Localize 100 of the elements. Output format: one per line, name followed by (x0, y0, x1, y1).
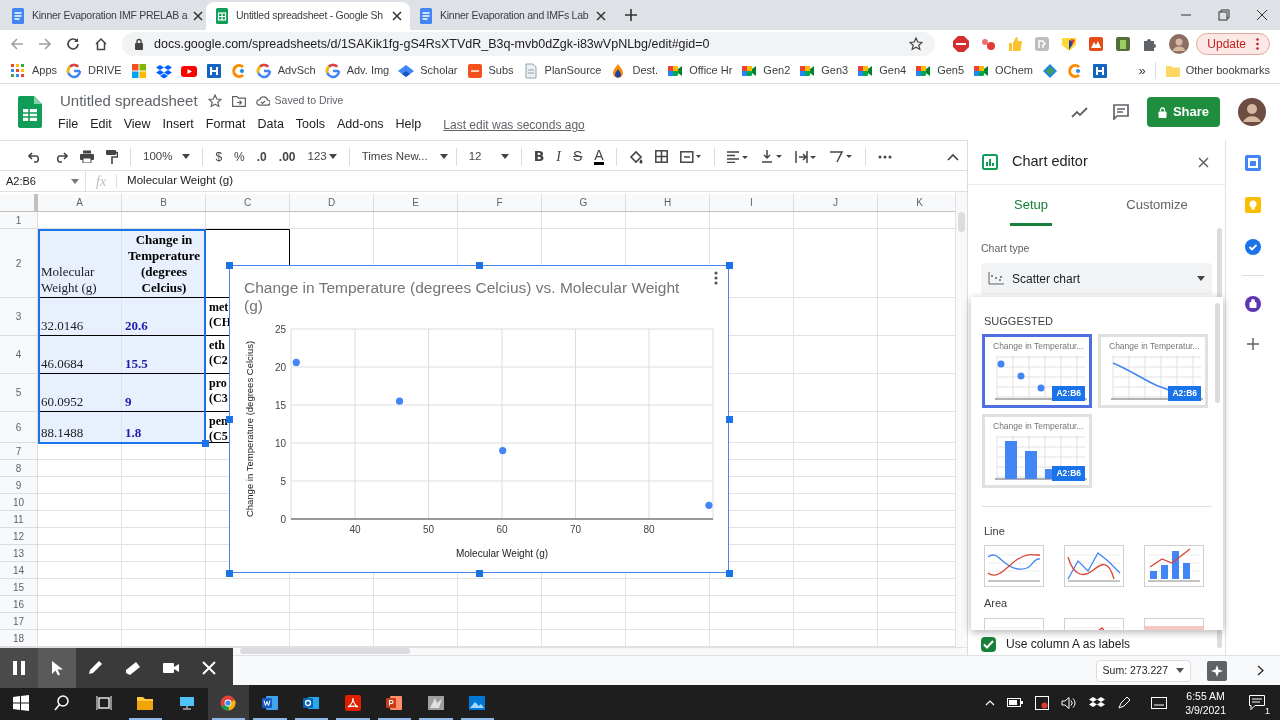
update-button[interactable]: Update (1196, 33, 1270, 55)
font-dropdown[interactable]: Times New... (361, 147, 444, 166)
table-cell[interactable]: 1.8 (122, 412, 206, 443)
table-cell[interactable]: Molecular Weight (g) (38, 229, 122, 298)
editor-tab[interactable]: Setup (968, 191, 1094, 227)
menu-item[interactable]: View (123, 115, 151, 135)
row-header[interactable]: 4 (0, 336, 38, 374)
row-header[interactable]: 2 (0, 229, 38, 298)
row-header[interactable]: 7 (0, 443, 38, 460)
menu-item[interactable]: Format (205, 115, 246, 135)
panel-title: Chart editor (1012, 152, 1089, 172)
table-cell[interactable]: 60.0952 (38, 374, 122, 412)
chart-type-dropdown[interactable]: Scatter chart (981, 262, 1212, 295)
row-header[interactable]: 17 (0, 613, 38, 630)
column-header[interactable]: A (38, 194, 122, 211)
italic-button[interactable]: I (556, 146, 561, 167)
row-header[interactable]: 3 (0, 298, 38, 336)
labels-checkbox[interactable]: Use column A as labels (981, 635, 1212, 653)
column-header[interactable]: D (290, 194, 374, 211)
increase-decimals-button[interactable]: .00 (278, 147, 296, 166)
bold-button[interactable]: B (533, 146, 545, 167)
table-cell[interactable]: 20.6 (122, 298, 206, 336)
bookmark[interactable]: Subs (466, 62, 514, 79)
bookmark[interactable]: DRIVE (66, 62, 122, 79)
bookmark[interactable]: Office Hr (667, 62, 733, 79)
row-header[interactable]: 1 (0, 212, 38, 229)
chart-suggestion[interactable]: Change in Temperatur... A2:B6 (982, 413, 1092, 488)
bookmark[interactable]: AdvSch (255, 62, 316, 79)
zoom-dropdown[interactable]: 100% (143, 147, 191, 166)
table-cell[interactable]: 46.0684 (38, 336, 122, 374)
bookmark[interactable]: Gen2 (741, 62, 791, 79)
bookmark-label: Apps (32, 63, 58, 79)
more-bookmarks[interactable]: » (1138, 60, 1146, 81)
menu-item[interactable]: Edit (90, 115, 112, 135)
chart-suggestion[interactable]: Change in Temperatur... A2:B6 (1098, 333, 1208, 408)
address-bar[interactable]: docs.google.com/spreadsheets/d/1SAKik1fg-gS4RsXTVdR_B3q-mvb0dZgk-i83wVpNLbg/edit#gid=0 (122, 32, 936, 56)
decrease-decimals-button[interactable]: .0 (256, 147, 267, 166)
name-box[interactable]: A2:B6 (0, 171, 86, 191)
sum-text: Sum: 273.227 (1102, 662, 1168, 678)
column-header[interactable]: H (626, 194, 710, 211)
bookmark[interactable]: Scholar (398, 62, 458, 79)
column-header[interactable]: I (710, 194, 794, 211)
menu-item[interactable]: Tools (295, 115, 326, 135)
text-color-button[interactable]: A (594, 148, 604, 165)
number-format-dropdown[interactable]: 123 (307, 147, 337, 166)
column-header[interactable]: G (542, 194, 626, 211)
x-tick-label: 50 (422, 524, 435, 535)
chart-suggestion[interactable]: Change in Temperatur... A2:B6 (982, 333, 1092, 408)
notifications-button[interactable]: 1 (1242, 687, 1272, 718)
browser-tab[interactable]: Untitled spreadsheet - Google Sh (206, 2, 410, 30)
menu-item[interactable]: File (58, 115, 79, 135)
column-header[interactable]: C (206, 194, 290, 211)
row-header[interactable]: 15 (0, 579, 38, 596)
table-cell[interactable]: 15.5 (122, 336, 206, 374)
row-header[interactable]: 16 (0, 596, 38, 613)
bookmark[interactable]: OChem (973, 62, 1033, 79)
row-header[interactable]: 13 (0, 545, 38, 562)
column-header[interactable]: B (122, 194, 206, 211)
table-cell[interactable]: Change in Temperature (degrees Celcius) (122, 229, 206, 298)
table-cell[interactable]: 32.0146 (38, 298, 122, 336)
bookmark[interactable]: Gen3 (799, 62, 849, 79)
row-header[interactable]: 9 (0, 477, 38, 494)
font-size-dropdown[interactable]: 12 (468, 147, 509, 166)
column-header[interactable]: F (458, 194, 542, 211)
bookmark[interactable]: Dest. (610, 62, 659, 79)
table-cell[interactable]: 88.1488 (38, 412, 122, 443)
bookmark[interactable]: Gen4 (857, 62, 907, 79)
document-title[interactable]: Untitled spreadsheet (60, 89, 198, 113)
tab-title: Kinner Evaporation IMF PRELAB a (32, 8, 188, 24)
column-header[interactable]: E (374, 194, 458, 211)
tab-title: Untitled spreadsheet - Google Sh (236, 8, 384, 24)
currency-button[interactable]: $ (215, 147, 223, 166)
formula-text[interactable]: Molecular Weight (g) (127, 172, 233, 190)
row-header[interactable]: 6 (0, 412, 38, 443)
menu-item[interactable]: Insert (162, 115, 194, 135)
section-heading: Line (984, 523, 1006, 539)
share-button[interactable]: Share (1147, 97, 1220, 127)
row-header[interactable]: 8 (0, 460, 38, 477)
row-header[interactable]: 11 (0, 511, 38, 528)
row-header[interactable]: 5 (0, 374, 38, 412)
bookmark[interactable]: Adv. Img (324, 62, 390, 79)
bookmark[interactable]: Apps (10, 62, 58, 79)
row-header[interactable]: 10 (0, 494, 38, 511)
bookmark[interactable]: Gen5 (915, 62, 965, 79)
last-edit-link[interactable]: Last edit was seconds ago (443, 115, 585, 134)
sum-dropdown[interactable]: Sum: 273.227 (1095, 659, 1191, 682)
row-header[interactable]: 12 (0, 528, 38, 545)
editor-tab[interactable]: Customize (1094, 191, 1220, 227)
percent-button[interactable]: % (234, 147, 245, 166)
strikethrough-button[interactable]: S (573, 146, 583, 167)
menu-item[interactable]: Data (257, 115, 284, 135)
other-bookmarks[interactable]: Other bookmarks (1154, 62, 1270, 79)
row-header[interactable]: 14 (0, 562, 38, 579)
column-header[interactable]: J (794, 194, 878, 211)
bookmark-label: Adv. Img (346, 63, 390, 79)
menu-item[interactable]: Help (395, 115, 422, 135)
table-cell[interactable]: 9 (122, 374, 206, 412)
row-header[interactable]: 18 (0, 630, 38, 647)
bookmark[interactable]: PlanSource (522, 62, 602, 79)
menu-item[interactable]: Add-ons (337, 115, 384, 135)
